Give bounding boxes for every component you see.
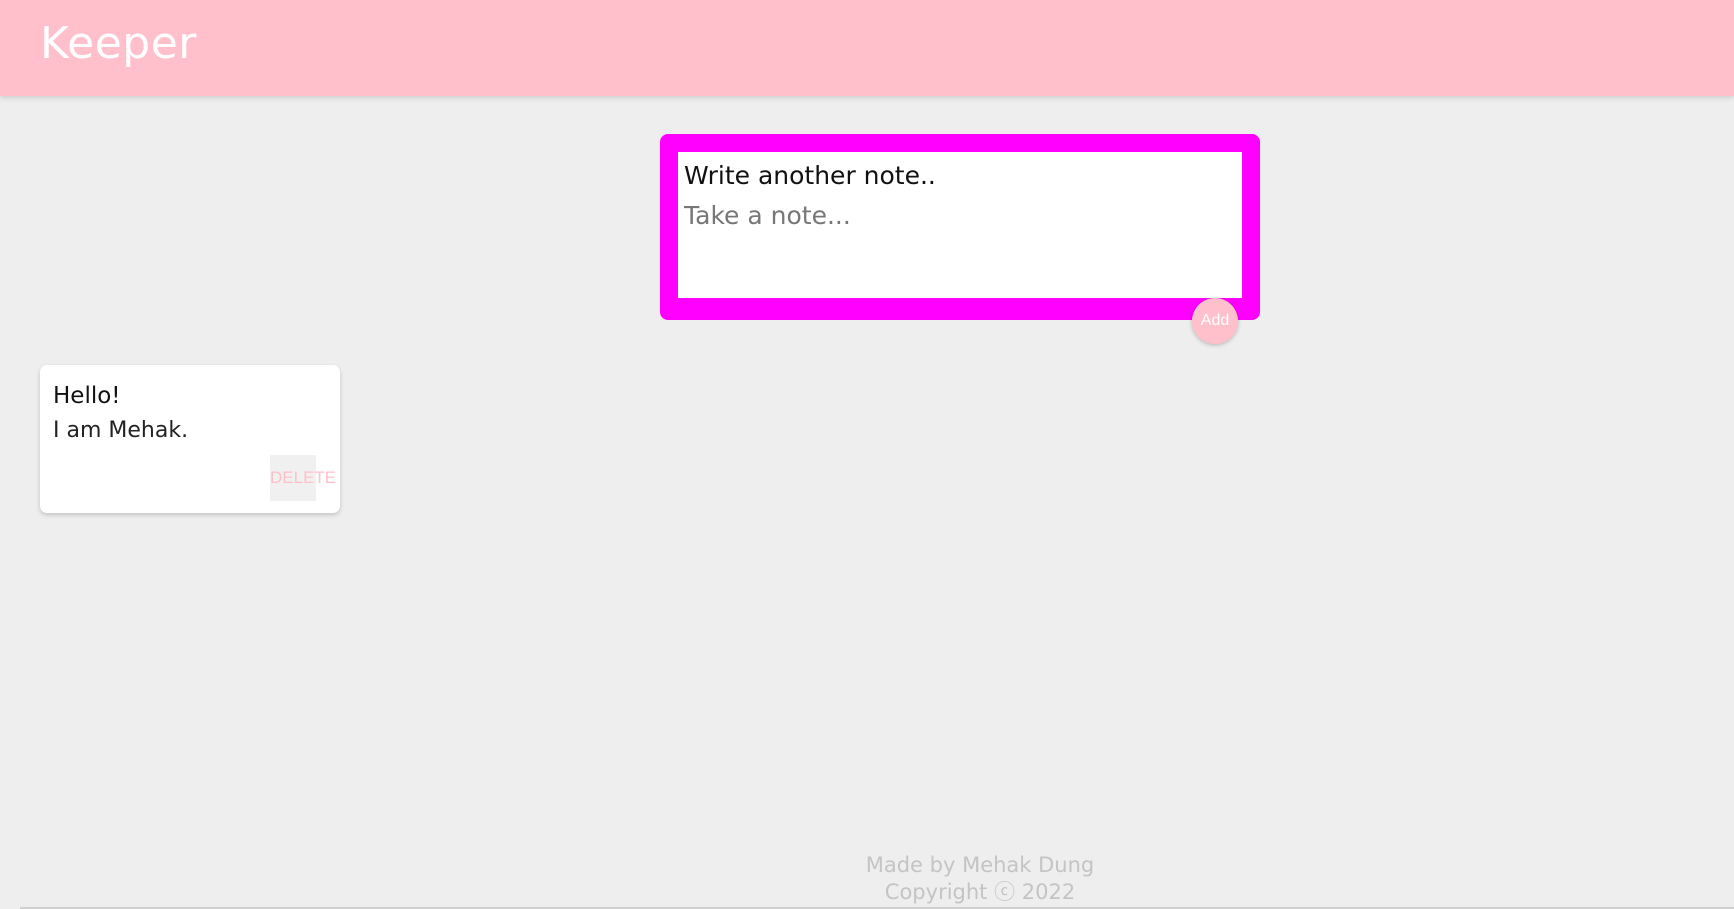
note-title-input[interactable] <box>684 158 1236 194</box>
note-card: Hello! I am Mehak. DELETE <box>40 365 340 513</box>
create-note-inner <box>678 152 1242 298</box>
delete-note-button[interactable]: DELETE <box>270 455 336 501</box>
create-note-form <box>660 134 1260 320</box>
app-header: Keeper <box>0 0 1734 96</box>
note-content-input[interactable] <box>684 198 1236 238</box>
note-title: Hello! <box>53 383 121 409</box>
footer-copyright: Copyright ⓒ 2022 <box>884 880 1076 904</box>
page-footer: Made by Mehak Dung Copyright ⓒ 2022 <box>0 852 1734 906</box>
note-content: I am Mehak. <box>53 418 189 443</box>
add-note-button[interactable]: Add <box>1192 298 1238 344</box>
app-logo: Keeper <box>40 18 197 69</box>
footer-credit: Made by Mehak Dung <box>865 853 1095 877</box>
